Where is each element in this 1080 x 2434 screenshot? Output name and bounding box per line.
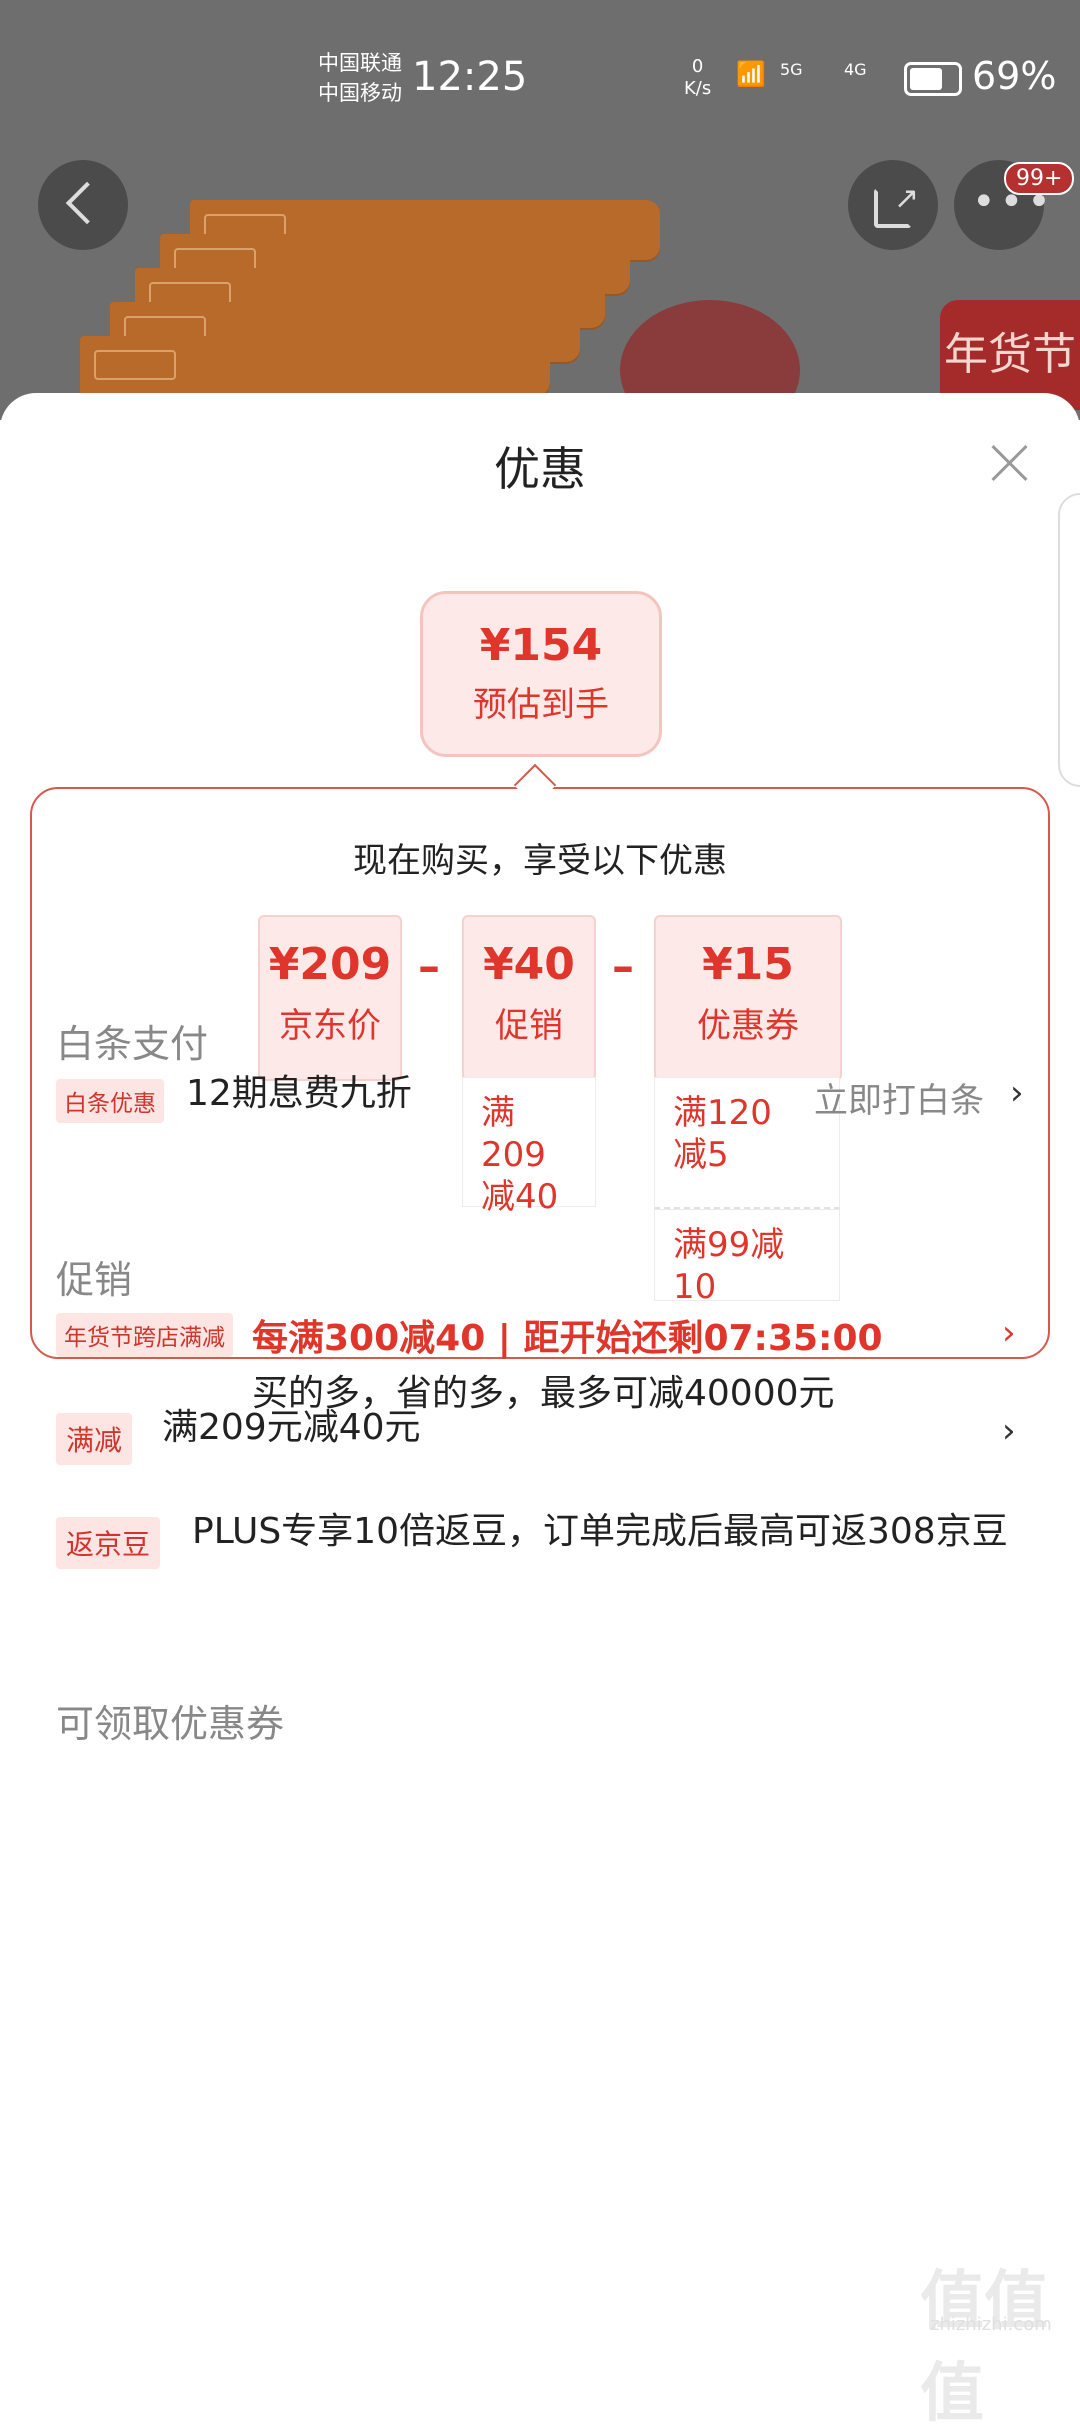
discount-sheet: 优惠 ¥154 预估到手 现在购买，享受以下优惠 ¥209 京东价 – ¥40 … <box>0 393 1080 2340</box>
coupon-condition: 满99减10 <box>654 1209 840 1307</box>
section-header-promotions: 促销 <box>56 1258 133 1302</box>
watermark-logo: 值值值 <box>920 2265 1048 2431</box>
battery-icon <box>904 62 962 96</box>
minus-sign: – <box>612 941 634 992</box>
chevron-right-icon[interactable]: › <box>1002 1313 1016 1353</box>
status-bar: 中国联通 中国移动 12:25 0 K/s 📶 5G 4G 69% <box>0 0 1080 140</box>
wifi-icon: 📶 <box>736 60 766 88</box>
promo-description: PLUS专享10倍返豆，订单完成后最高可返308京豆 <box>192 1511 1008 1552</box>
promo-condition: 满209 减40 <box>462 1077 596 1217</box>
chevron-left-icon <box>65 181 109 225</box>
section-header-baitiao: 白条支付 <box>56 1022 209 1066</box>
promo-tag: 满减 <box>56 1413 133 1465</box>
estimated-price-bubble: ¥154 预估到手 <box>420 591 662 757</box>
signal-5g-icon: 5G <box>780 60 803 79</box>
promo-description[interactable]: 满209元减40元 <box>162 1405 421 1451</box>
section-header-coupons: 可领取优惠券 <box>56 1702 285 1746</box>
coupon-condition: 满120 减5 <box>654 1077 840 1209</box>
watermark-url: zhizhizhi.com <box>930 2314 1052 2335</box>
share-button[interactable]: ↗ <box>848 160 938 250</box>
sheet-title: 优惠 <box>494 442 586 496</box>
promotion-box: ¥40 促销 <box>462 915 596 1081</box>
chevron-right-icon[interactable]: › <box>1002 1411 1016 1451</box>
baitiao-text: 12期息费九折 <box>186 1073 412 1114</box>
jd-price-box: ¥209 京东价 <box>258 915 402 1081</box>
close-icon[interactable] <box>990 443 1030 483</box>
promo-headline[interactable]: 每满300减40 | 距开始还剩07:35:00 <box>252 1309 883 1361</box>
baitiao-link[interactable]: 立即打白条 <box>814 1073 984 1122</box>
chevron-right-icon[interactable]: › <box>1010 1073 1024 1113</box>
breakdown-title: 现在购买，享受以下优惠 <box>353 841 727 881</box>
status-time: 12:25 <box>412 54 528 100</box>
carrier-info: 中国联通 中国移动 <box>318 51 402 105</box>
message-count-badge: 99+ <box>1004 162 1075 195</box>
signal-4g-icon: 4G <box>844 60 867 79</box>
side-drawer-handle[interactable] <box>1058 493 1080 787</box>
battery-percent: 69% <box>972 54 1057 98</box>
promo-tag: 年货节跨店满减 <box>56 1313 233 1357</box>
back-button[interactable] <box>38 160 128 250</box>
estimated-price: ¥154 <box>479 620 603 671</box>
coupon-box: ¥15 优惠券 <box>654 915 842 1081</box>
baitiao-tag: 白条优惠 <box>56 1079 164 1123</box>
network-speed: 0 K/s <box>684 56 712 99</box>
product-image <box>80 200 660 420</box>
estimated-price-label: 预估到手 <box>473 685 609 725</box>
promo-tag: 返京豆 <box>56 1517 161 1569</box>
minus-sign: – <box>418 941 440 992</box>
